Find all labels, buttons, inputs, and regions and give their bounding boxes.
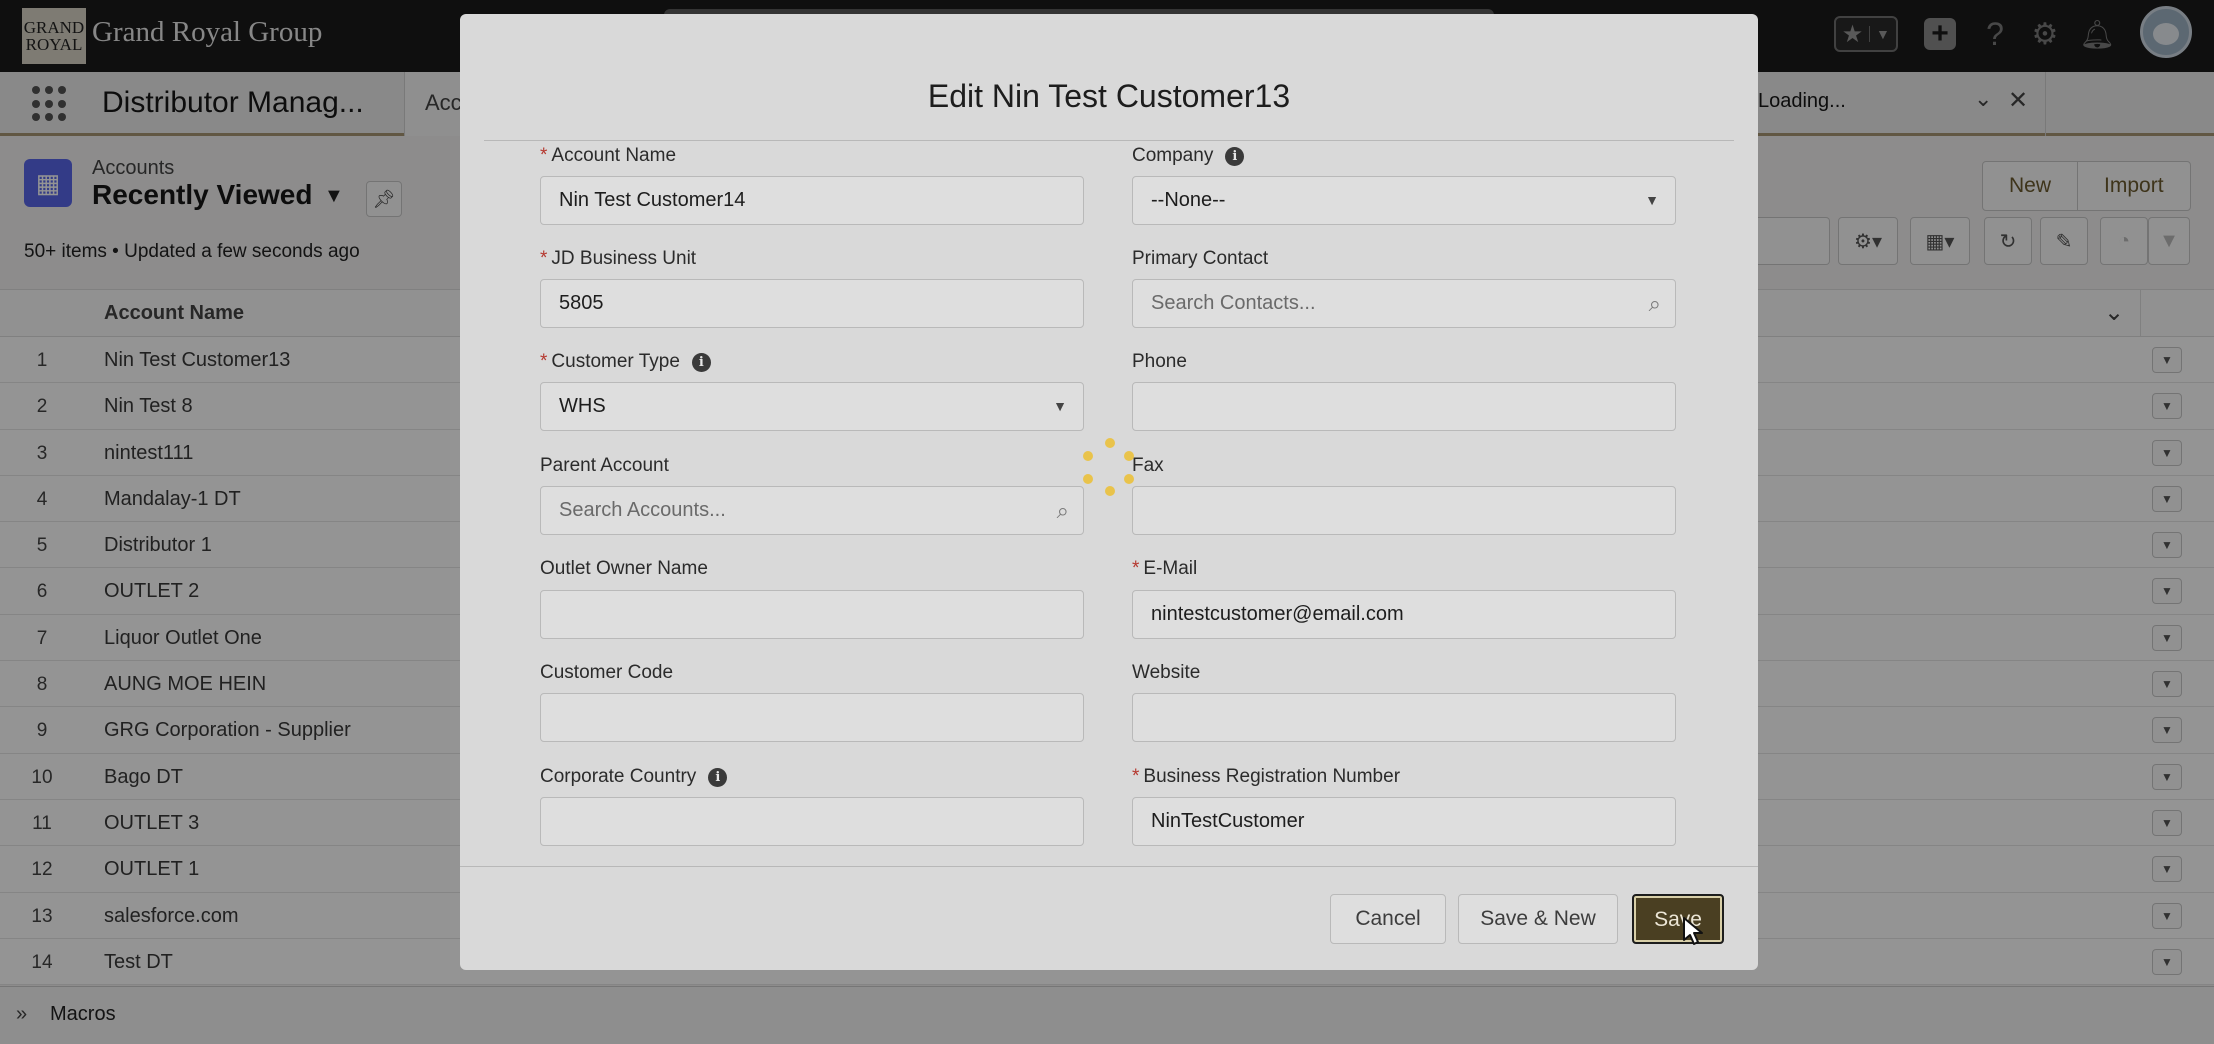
business-registration-number-field[interactable]: NinTestCustomer <box>1132 797 1676 846</box>
mouse-cursor-icon <box>1683 917 1703 945</box>
info-icon[interactable]: i <box>1225 147 1245 166</box>
primary-contact-lookup[interactable]: Search Contacts... ⌕ <box>1132 279 1676 328</box>
loading-spinner <box>1080 438 1140 498</box>
primary-contact-label: Primary Contact <box>1132 248 1269 269</box>
caret-down-icon: ▼ <box>1645 192 1659 208</box>
website-label: Website <box>1132 662 1201 683</box>
outlet-owner-name-field[interactable] <box>540 590 1084 639</box>
search-icon: ⌕ <box>1648 291 1661 316</box>
info-icon[interactable]: i <box>708 768 728 787</box>
jd-business-unit-field[interactable]: 5805 <box>540 279 1084 328</box>
edit-account-modal: Edit Nin Test Customer13 * Account Name N… <box>460 14 1758 970</box>
customer-type-label: * Customer Type i <box>540 351 711 373</box>
customer-code-label: Customer Code <box>540 662 674 683</box>
modal-title: Edit Nin Test Customer13 <box>927 78 1291 114</box>
business-registration-number-label: * Business Registration Number <box>1132 766 1401 787</box>
parent-account-label: Parent Account <box>540 455 669 476</box>
email-label: * E-Mail <box>1132 558 1198 579</box>
cancel-button[interactable]: Cancel <box>1330 894 1446 944</box>
customer-type-select[interactable]: WHS ▼ <box>540 382 1084 431</box>
phone-label: Phone <box>1132 351 1187 372</box>
jd-business-unit-label: * JD Business Unit <box>540 248 697 269</box>
parent-account-lookup[interactable]: Search Accounts... ⌕ <box>540 486 1084 535</box>
phone-field[interactable] <box>1132 382 1676 431</box>
info-icon[interactable]: i <box>691 353 711 372</box>
website-field[interactable] <box>1132 693 1676 742</box>
save-and-new-button[interactable]: Save & New <box>1458 894 1618 944</box>
outlet-owner-name-label: Outlet Owner Name <box>540 558 708 579</box>
divider <box>484 140 1734 141</box>
company-select[interactable]: --None-- ▼ <box>1132 176 1676 225</box>
fax-field[interactable] <box>1132 486 1676 535</box>
corporate-country-label: Corporate Country i <box>540 766 728 788</box>
divider <box>460 866 1758 867</box>
email-field[interactable]: nintestcustomer@email.com <box>1132 590 1676 639</box>
corporate-country-field[interactable] <box>540 797 1084 846</box>
company-label: Company i <box>1132 145 1245 167</box>
customer-code-field[interactable] <box>540 693 1084 742</box>
account-name-field[interactable]: Nin Test Customer14 <box>540 176 1084 225</box>
caret-down-icon: ▼ <box>1053 398 1067 414</box>
search-icon: ⌕ <box>1056 498 1069 523</box>
account-name-label: * Account Name <box>540 145 677 166</box>
save-button[interactable]: Save <box>1632 894 1724 944</box>
